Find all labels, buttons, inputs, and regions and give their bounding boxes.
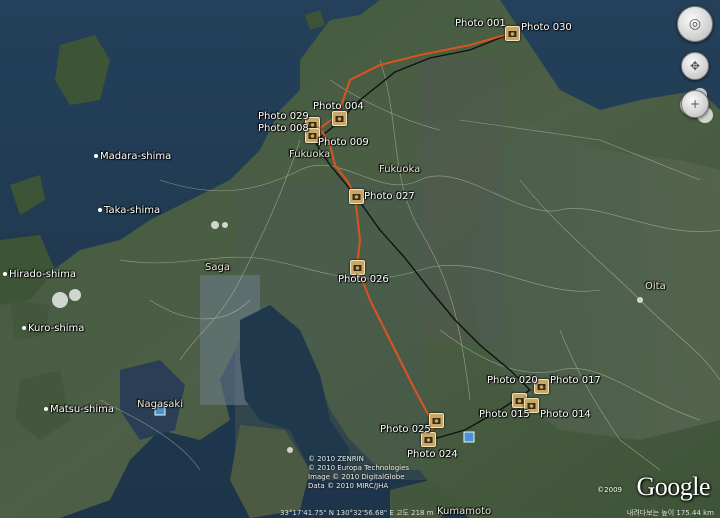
map-view[interactable]: Photo 001 Photo 030 Photo 004 Photo 029 … (0, 0, 720, 518)
attribution-europa: © 2010 Europa Technologies (308, 464, 410, 472)
look-around-control[interactable]: ◎ (677, 6, 713, 42)
zoom-in-button[interactable]: + (681, 90, 709, 118)
navigation-controls: ◎ ✥ + (677, 6, 713, 128)
eye-icon: ◎ (688, 16, 702, 32)
photo-marker-004[interactable] (332, 111, 347, 126)
move-control[interactable]: ✥ (681, 52, 709, 80)
status-bar: 33°17'41.75" N 130°32'56.68" E 고도 218 m … (0, 508, 720, 518)
satellite-imagery[interactable] (0, 0, 720, 518)
attribution-zenrin: © 2010 ZENRIN (308, 455, 364, 463)
photo-marker-014[interactable] (524, 398, 539, 413)
photo-marker-025[interactable] (429, 413, 444, 428)
move-icon: ✥ (689, 59, 701, 73)
zoom-plus-icon: + (689, 97, 701, 111)
photo-marker-001[interactable] (505, 26, 520, 41)
photo-marker-026[interactable] (350, 260, 365, 275)
photo-marker-020[interactable] (534, 379, 549, 394)
coordinates-readout: 33°17'41.75" N 130°32'56.68" E 고도 218 m (280, 509, 434, 517)
google-logo: Google (636, 472, 710, 501)
logo-copyright: ©2009 (597, 486, 622, 494)
eye-altitude-readout: 내려다보는 높이 175.44 km (626, 509, 714, 517)
photo-marker-027[interactable] (349, 189, 364, 204)
photo-marker-008[interactable] (305, 128, 320, 143)
photo-marker-024[interactable] (421, 432, 436, 447)
attribution-digitalglobe: Image © 2010 DigitalGlobe (308, 473, 405, 481)
attribution-mirc: Data © 2010 MIRC/JHA (308, 482, 389, 490)
